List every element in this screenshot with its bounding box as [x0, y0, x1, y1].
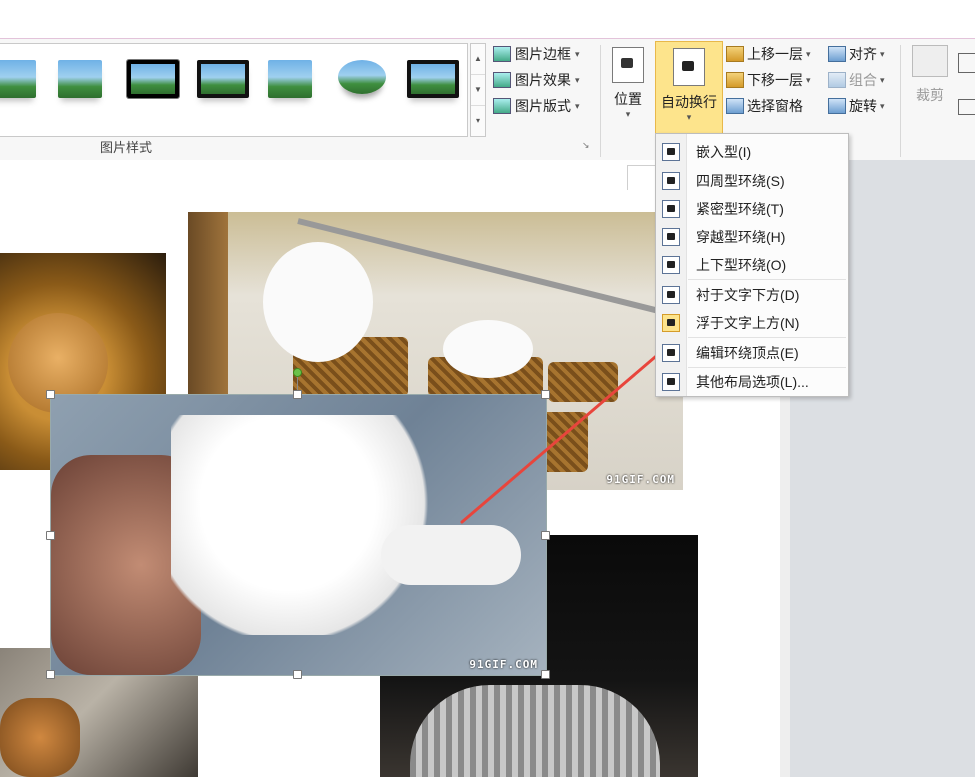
- resize-handle-left[interactable]: [46, 531, 55, 540]
- group-button[interactable]: 组合 ▾: [828, 69, 885, 91]
- picture-layout-button[interactable]: 图片版式 ▾: [493, 95, 580, 117]
- resize-handle-bottom[interactable]: [293, 670, 302, 679]
- picture-effects-icon: [493, 72, 511, 88]
- resize-handle-bottom-left[interactable]: [46, 670, 55, 679]
- picture-style-thumbnail[interactable]: [197, 60, 249, 98]
- title-area: [0, 0, 975, 38]
- picture-border-icon: [493, 46, 511, 62]
- wrap-text-menu: 嵌入型(I) 四周型环绕(S) 紧密型环绕(T) 穿越型环绕(H) 上下型环绕(…: [655, 133, 849, 397]
- group-separator: [600, 45, 601, 157]
- menu-item-edit-wrap-points[interactable]: 编辑环绕顶点(E): [656, 339, 848, 366]
- crop-icon: [912, 45, 948, 77]
- menu-item-tight[interactable]: 紧密型环绕(T): [656, 195, 848, 222]
- edit-wrap-points-icon: [662, 343, 680, 362]
- picture-style-thumbnail[interactable]: [127, 60, 179, 98]
- gallery-up-icon[interactable]: ▲: [471, 44, 485, 75]
- position-button[interactable]: 位置 ▾: [602, 43, 654, 120]
- picture-style-thumbnail[interactable]: [0, 60, 36, 98]
- white-kitten: [171, 415, 431, 635]
- wrap-top-bottom-icon: [662, 255, 680, 274]
- gallery-scrollbar[interactable]: ▲ ▼ ▾: [470, 43, 486, 137]
- chevron-down-icon: ▾: [806, 74, 811, 85]
- picture-style-thumbnail[interactable]: [58, 60, 102, 98]
- chevron-down-icon: ▾: [575, 48, 580, 59]
- wrap-in-front-icon: [662, 313, 680, 332]
- watermark: 91GIF.COM: [606, 473, 675, 486]
- resize-handle-bottom-right[interactable]: [541, 670, 550, 679]
- group-label-picture-styles: 图片样式: [100, 140, 153, 155]
- rotate-icon: [828, 98, 846, 114]
- bring-forward-icon: [726, 46, 744, 62]
- crop-button[interactable]: 裁剪: [908, 45, 952, 105]
- picture-layout-icon: [493, 98, 511, 114]
- rotate-button[interactable]: 旋转 ▾: [828, 95, 885, 117]
- wrap-square-icon: [662, 171, 680, 190]
- wrap-text-button[interactable]: 自动换行 ▾: [655, 41, 723, 135]
- menu-item-top-bottom[interactable]: 上下型环绕(O): [656, 251, 848, 278]
- layout-options-icon: [662, 372, 680, 391]
- send-backward-button[interactable]: 下移一层 ▾: [726, 69, 811, 91]
- watermark: 91GIF.COM: [469, 658, 538, 671]
- wrap-through-icon: [662, 227, 680, 246]
- white-kitten-photo-selected[interactable]: 91GIF.COM: [50, 394, 547, 676]
- dialog-launcher-icon[interactable]: ↘: [582, 140, 590, 151]
- basket: [548, 362, 618, 402]
- gallery-down-icon[interactable]: ▼: [471, 75, 485, 106]
- menu-item-more-layout-options[interactable]: 其他布局选项(L)...: [656, 368, 848, 395]
- picture-style-thumbnail[interactable]: [268, 60, 312, 98]
- position-icon: [612, 47, 644, 83]
- selection-pane-button[interactable]: 选择窗格: [726, 95, 803, 117]
- chevron-down-icon: ▾: [880, 74, 885, 85]
- height-icon[interactable]: [958, 53, 975, 73]
- menu-item-inline[interactable]: 嵌入型(I): [656, 138, 848, 165]
- group-separator: [900, 45, 901, 157]
- gallery-more-icon[interactable]: ▾: [471, 106, 485, 136]
- group-icon: [828, 72, 846, 88]
- width-icon[interactable]: [958, 99, 975, 115]
- resize-handle-right[interactable]: [541, 531, 550, 540]
- rotation-handle[interactable]: [293, 368, 302, 377]
- align-icon: [828, 46, 846, 62]
- picture-effects-button[interactable]: 图片效果 ▾: [493, 69, 580, 91]
- menu-item-in-front-of-text[interactable]: 浮于文字上方(N): [656, 309, 848, 336]
- selection-pane-icon: [726, 98, 744, 114]
- wrap-inline-icon: [662, 142, 680, 161]
- chevron-down-icon: ▾: [625, 109, 631, 119]
- picture-border-button[interactable]: 图片边框 ▾: [493, 43, 580, 65]
- bring-forward-button[interactable]: 上移一层 ▾: [726, 43, 811, 65]
- resize-handle-top-right[interactable]: [541, 390, 550, 399]
- wrap-tight-icon: [662, 199, 680, 218]
- chevron-down-icon: ▾: [575, 100, 580, 111]
- menu-item-through[interactable]: 穿越型环绕(H): [656, 223, 848, 250]
- align-button[interactable]: 对齐 ▾: [828, 43, 885, 65]
- send-backward-icon: [726, 72, 744, 88]
- menu-separator: [688, 279, 846, 280]
- resize-handle-top[interactable]: [293, 390, 302, 399]
- wrap-behind-text-icon: [662, 285, 680, 304]
- resize-handle-top-left[interactable]: [46, 390, 55, 399]
- chevron-down-icon: ▾: [880, 48, 885, 59]
- menu-item-behind-text[interactable]: 衬于文字下方(D): [656, 281, 848, 308]
- picture-style-thumbnail[interactable]: [338, 60, 386, 94]
- menu-separator: [688, 337, 846, 338]
- tabby-cat: [410, 685, 660, 777]
- white-cat: [263, 242, 373, 362]
- chevron-down-icon: ▾: [686, 112, 692, 122]
- picture-styles-gallery[interactable]: [0, 43, 468, 137]
- chevron-down-icon: ▾: [575, 74, 580, 85]
- menu-item-square[interactable]: 四周型环绕(S): [656, 167, 848, 194]
- chevron-down-icon: ▾: [806, 48, 811, 59]
- kitten-tail: [381, 525, 521, 585]
- ginger-cat: [0, 698, 80, 777]
- page-corner-mark: [627, 165, 658, 190]
- chevron-down-icon: ▾: [880, 100, 885, 111]
- white-cat: [443, 320, 533, 378]
- picture-style-thumbnail[interactable]: [407, 60, 459, 98]
- wrap-text-icon: [673, 48, 705, 86]
